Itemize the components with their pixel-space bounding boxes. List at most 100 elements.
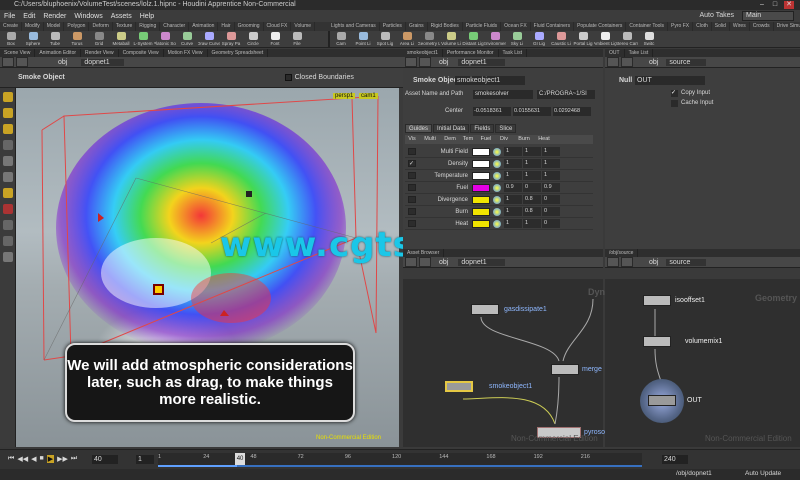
field-color-swatch[interactable] [472, 159, 490, 168]
tab-task-list[interactable]: Task List [499, 49, 527, 57]
shelf-tab-rigging[interactable]: Rigging [136, 22, 161, 31]
field-value[interactable]: 0 [542, 219, 560, 228]
color-wheel-icon[interactable] [493, 159, 501, 168]
shelf-tab-populate-containers[interactable]: Populate Containers [574, 22, 627, 31]
net-right-path-node[interactable]: source [666, 258, 707, 266]
right-path-obj[interactable]: obj [649, 59, 658, 66]
cam-menu[interactable]: cam1 [359, 93, 378, 99]
menu-help[interactable]: Help [140, 13, 154, 20]
menu-render[interactable]: Render [43, 13, 66, 20]
tool-geometry-l[interactable]: Geometry L [418, 31, 440, 47]
shelf-tab-create[interactable]: Create [0, 22, 23, 31]
shelf-tab-rigid-bodies[interactable]: Rigid Bodies [428, 22, 463, 31]
shelf-tab-texture[interactable]: Texture [113, 22, 137, 31]
desktop-select[interactable]: Main [742, 11, 794, 21]
path-obj[interactable]: obj [58, 59, 67, 66]
shelf-tab-hair[interactable]: Hair [218, 22, 235, 31]
tool-torus[interactable]: Torus [66, 31, 88, 47]
field-color-swatch[interactable] [472, 195, 490, 204]
param-tab-initial-data[interactable]: Initial Data [433, 124, 470, 133]
tab-performance-monitor[interactable]: Performance Monitor [443, 49, 499, 57]
param-path-node[interactable]: dopnet1 [458, 58, 505, 66]
field-value[interactable]: 1 [504, 171, 522, 180]
timeline-track[interactable]: 1 24 48 72 96 120 144 168 192 216 40 [158, 453, 642, 467]
node-name-field[interactable]: smokeobject1 [455, 76, 525, 85]
visibility-checkbox[interactable] [408, 196, 416, 203]
visibility-checkbox[interactable] [408, 208, 416, 215]
dop-network-editor[interactable]: DynamicsNet gasdissipate1 smokeobject1 m… [403, 279, 645, 447]
tool-distant-lig[interactable]: Distant Lig [462, 31, 484, 47]
tool-point-li[interactable]: Point Li [352, 31, 374, 47]
shelf-tab-particle-fluids[interactable]: Particle Fluids [463, 22, 502, 31]
tool-spray-pa[interactable]: Spray Pa [220, 31, 242, 47]
field-value[interactable]: 1 [523, 171, 541, 180]
center-y-field[interactable]: 0.0155631 [513, 107, 551, 116]
right-path-node[interactable]: source [666, 58, 707, 66]
field-color-swatch[interactable] [472, 219, 490, 228]
visibility-checkbox[interactable] [408, 184, 416, 191]
closed-boundaries-checkbox[interactable] [284, 74, 292, 81]
field-value[interactable]: 0.8 [523, 195, 541, 204]
shelf-tab-model[interactable]: Model [44, 22, 65, 31]
param-tab-fields[interactable]: Fields [470, 124, 495, 133]
field-color-swatch[interactable] [472, 207, 490, 216]
shelf-tab-pyro-fx[interactable]: Pyro FX [668, 22, 694, 31]
shelf-tab-grooming[interactable]: Grooming [235, 22, 264, 31]
field-value[interactable]: 0 [542, 195, 560, 204]
tool-cam[interactable]: Cam [330, 31, 352, 47]
shelf-tab-animation[interactable]: Animation [189, 22, 219, 31]
render-tool-icon[interactable] [2, 252, 13, 262]
maximize-button[interactable]: □ [770, 1, 780, 9]
tab-animation-editor[interactable]: Animation Editor [35, 49, 82, 57]
shelf-tab-polygon[interactable]: Polygon [64, 22, 90, 31]
tab-geometry-spreadsheet[interactable]: Geometry Spreadsheet [208, 49, 269, 57]
auto-takes-toggle[interactable]: Auto Takes [699, 11, 734, 21]
start-frame-field[interactable]: 1 [136, 455, 154, 464]
param-tab-guides[interactable]: Guides [405, 124, 433, 133]
tool-platonic-sol[interactable]: Platonic Sol [154, 31, 176, 47]
tool-tube[interactable]: Tube [44, 31, 66, 47]
net-left-path-obj[interactable]: obj [439, 259, 448, 266]
asset-path-field[interactable]: C:/PROGRA~1/SI [537, 90, 595, 99]
shelf-tab-drive-simulation[interactable]: Drive Simulation [774, 22, 800, 31]
node-isooffset1[interactable] [643, 295, 671, 306]
tab-smokeobject1[interactable]: smokeobject1 [403, 49, 443, 57]
shelf-tab-cloud-fx[interactable]: Cloud FX [264, 22, 292, 31]
tab-out[interactable]: OUT [605, 49, 625, 57]
field-value[interactable]: 1 [504, 219, 522, 228]
menu-assets[interactable]: Assets [111, 13, 132, 20]
stop-icon[interactable]: ■ [39, 455, 43, 463]
rotate-tool-icon[interactable] [2, 172, 13, 182]
node-volumemix1[interactable] [643, 336, 671, 347]
visibility-checkbox[interactable] [408, 148, 416, 155]
field-value[interactable]: 0.9 [504, 183, 522, 192]
tool-curve[interactable]: Curve [176, 31, 198, 47]
brush-tool-icon[interactable] [2, 236, 13, 246]
visibility-checkbox[interactable] [408, 220, 416, 227]
field-color-swatch[interactable] [472, 147, 490, 156]
center-z-field[interactable]: 0.0292468 [553, 107, 591, 116]
tool-sky-li[interactable]: Sky Li [506, 31, 528, 47]
net-left-path-node[interactable]: dopnet1 [458, 258, 505, 266]
copy-input-checkbox[interactable]: ✓ [671, 90, 678, 97]
field-value[interactable]: 1 [504, 159, 522, 168]
close-button[interactable]: ✕ [784, 1, 794, 9]
field-value[interactable]: 1 [542, 159, 560, 168]
tab-render-view[interactable]: Render View [81, 49, 119, 57]
field-value[interactable]: 1 [504, 147, 522, 156]
visibility-checkbox[interactable] [408, 172, 416, 179]
tool-caustic-li[interactable]: Caustic Li [550, 31, 572, 47]
net-left-tab[interactable]: Asset Browser [403, 249, 445, 257]
tool-portal-lig[interactable]: Portal Lig [572, 31, 594, 47]
field-value[interactable]: 1 [542, 147, 560, 156]
step-forward-icon[interactable]: ▶▶ [57, 455, 68, 463]
color-wheel-icon[interactable] [493, 147, 501, 156]
color-wheel-icon[interactable] [493, 171, 501, 180]
move-tool-icon[interactable] [2, 156, 13, 166]
current-frame-field[interactable]: 40 [92, 455, 118, 464]
go-end-icon[interactable]: ⏭ [71, 455, 77, 463]
shelf-tab-grains[interactable]: Grains [406, 22, 428, 31]
shelf-tab-lights-and-cameras[interactable]: Lights and Cameras [328, 22, 380, 31]
shelf-tab-container-tools[interactable]: Container Tools [626, 22, 669, 31]
shelf-tab-fluid-containers[interactable]: Fluid Containers [531, 22, 575, 31]
